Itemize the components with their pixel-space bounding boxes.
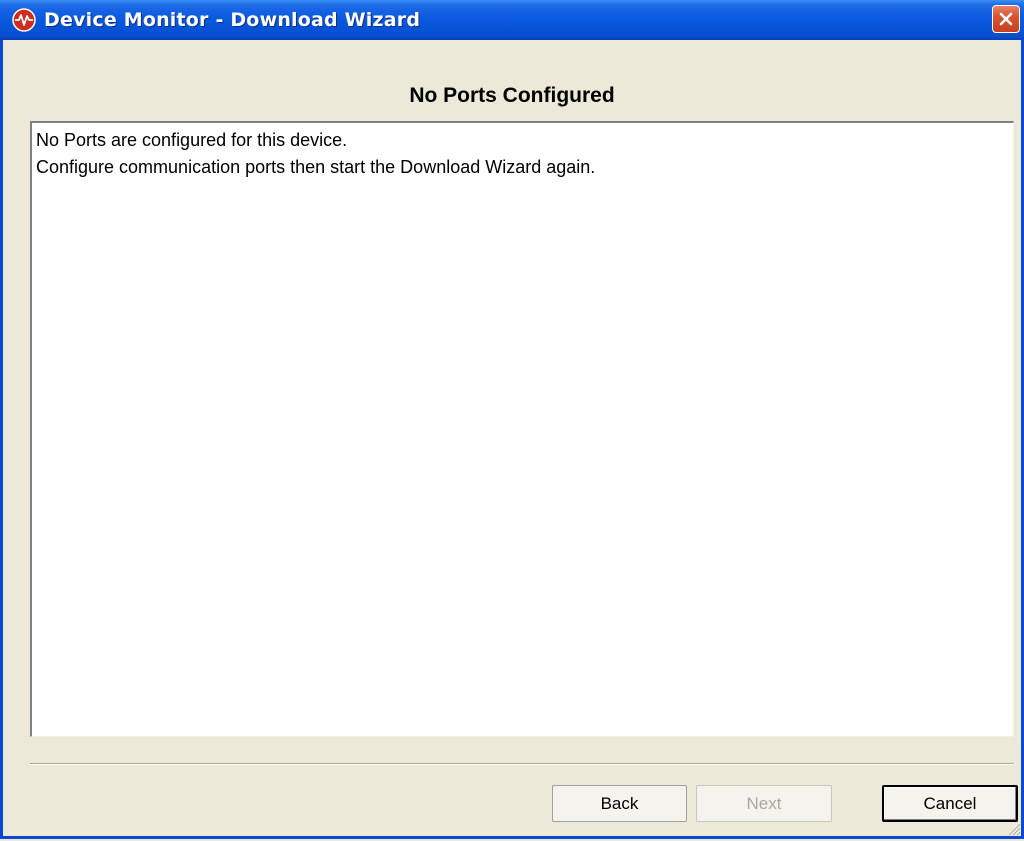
back-button[interactable]: Back	[552, 785, 687, 822]
separator	[30, 763, 1014, 765]
message-line: Configure communication ports then start…	[36, 157, 596, 177]
pulse-icon	[12, 8, 36, 32]
window-title: Device Monitor - Download Wizard	[44, 9, 421, 31]
close-icon	[999, 12, 1013, 26]
resize-grip-icon[interactable]	[1003, 818, 1021, 836]
message-box: No Ports are configured for this device.…	[30, 121, 1014, 737]
page-title: No Ports Configured	[409, 84, 615, 107]
cancel-button[interactable]: Cancel	[882, 785, 1018, 822]
wizard-window: Device Monitor - Download Wizard No Port…	[0, 0, 1024, 839]
message-line: No Ports are configured for this device.	[36, 130, 348, 150]
title-bar[interactable]: Device Monitor - Download Wizard	[0, 0, 1024, 40]
close-button[interactable]	[992, 5, 1020, 33]
next-button: Next	[696, 785, 832, 822]
